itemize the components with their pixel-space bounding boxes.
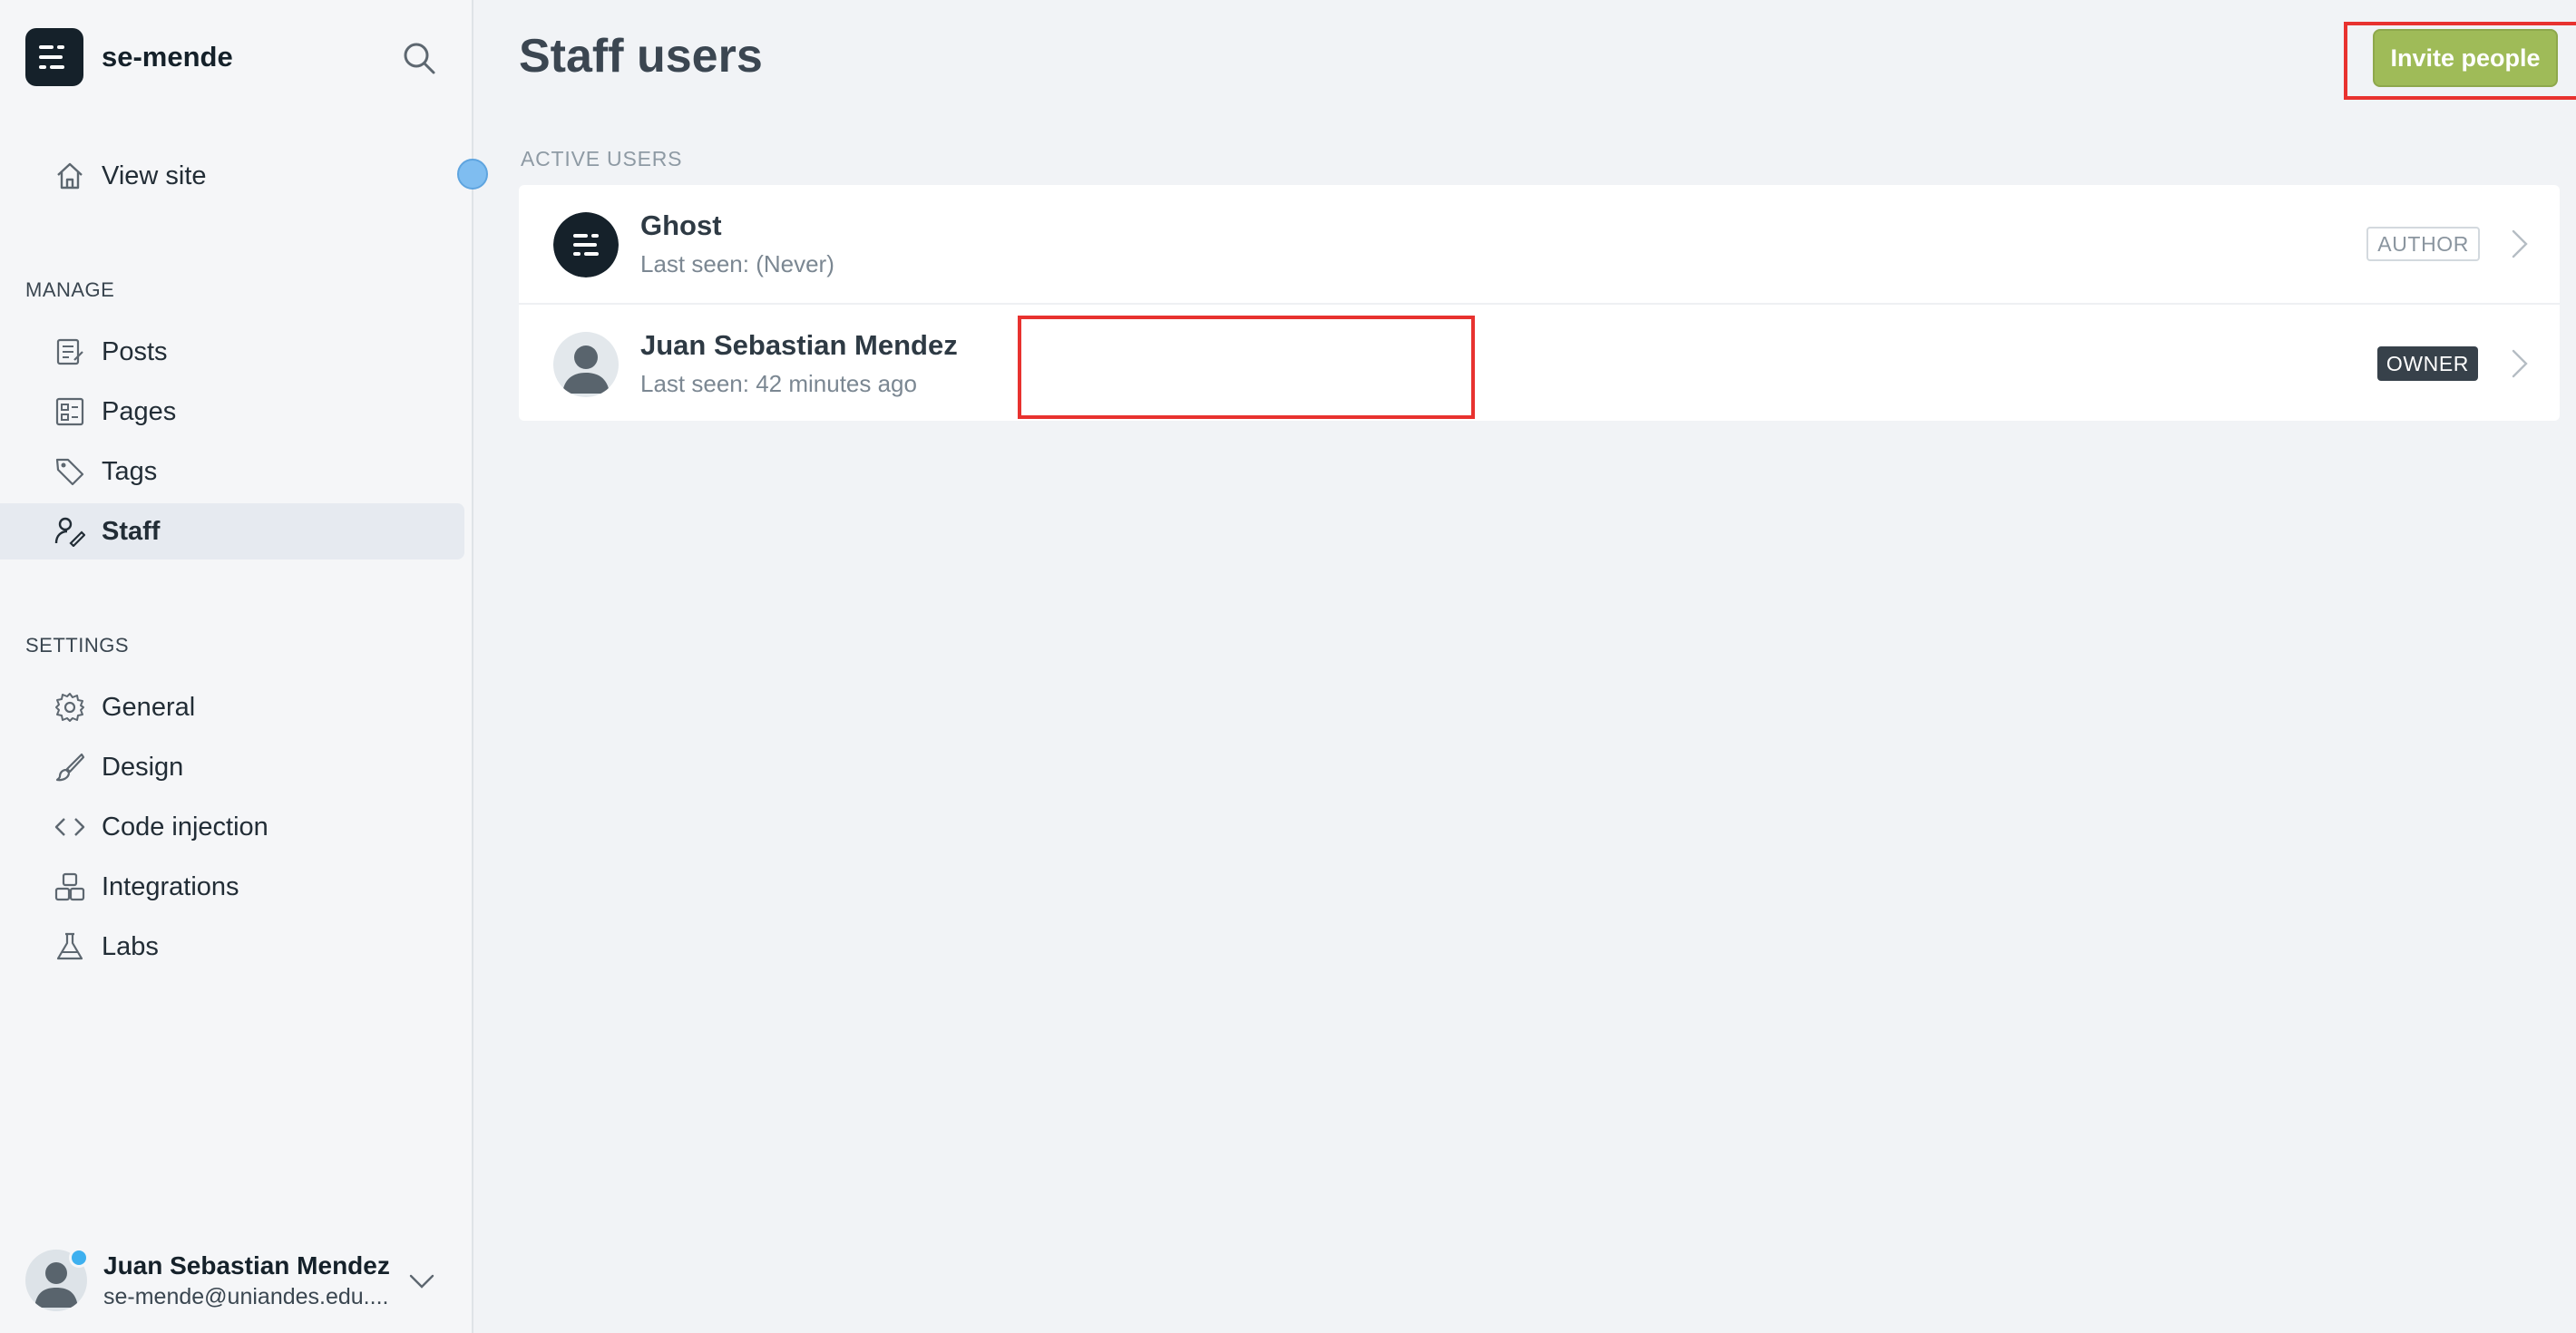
chevron-down-icon[interactable] (406, 1266, 437, 1297)
user-menu[interactable]: Juan Sebastian Mendez se-mende@uniandes.… (25, 1248, 452, 1313)
user-name: Ghost (640, 209, 722, 241)
integrations-icon (54, 871, 85, 902)
online-status-dot (69, 1248, 89, 1268)
sidebar-item-label: View site (102, 161, 207, 190)
sidebar-item-label: Code injection (102, 812, 268, 842)
sidebar-item-label: General (102, 692, 196, 722)
sidebar-item-label: Pages (102, 396, 177, 426)
sidebar-item-tags[interactable]: Tags (0, 443, 464, 500)
tag-icon (54, 456, 85, 487)
user-name: Juan Sebastian Mendez (640, 329, 958, 361)
settings-section-title: SETTINGS (25, 634, 130, 657)
page-title: Staff users (519, 30, 763, 83)
sidebar-item-label: Labs (102, 931, 159, 961)
role-badge: OWNER (2376, 346, 2478, 381)
current-user-name: Juan Sebastian Mendez (103, 1251, 390, 1279)
ghost-logo-icon (25, 28, 83, 86)
avatar (25, 1248, 89, 1311)
table-row[interactable]: Ghost Last seen: (Never) AUTHOR (519, 185, 2560, 303)
posts-icon (54, 336, 85, 367)
flask-icon (54, 931, 85, 962)
user-silhouette-icon (562, 345, 610, 394)
sidebar-item-integrations[interactable]: Integrations (0, 859, 464, 915)
table-row[interactable]: Juan Sebastian Mendez Last seen: 42 minu… (519, 303, 2560, 421)
pages-icon (54, 396, 85, 427)
staff-icon (54, 516, 85, 547)
home-icon (54, 161, 85, 191)
sidebar-item-label: Integrations (102, 871, 239, 901)
user-last-seen: Last seen: 42 minutes ago (640, 370, 917, 397)
role-badge: AUTHOR (2366, 227, 2480, 261)
sidebar-item-code-injection[interactable]: Code injection (0, 799, 464, 855)
code-icon (54, 812, 85, 842)
ghost-logo-icon (553, 212, 619, 277)
search-icon[interactable] (401, 40, 437, 76)
sidebar-item-label: Posts (102, 336, 168, 366)
staff-user-list: Ghost Last seen: (Never) AUTHOR Juan Seb… (519, 185, 2560, 421)
chevron-right-icon (2505, 229, 2532, 259)
brand[interactable]: se-mende (25, 27, 233, 87)
avatar (553, 332, 619, 397)
app-window: se-mende View site MANAGE Posts Pages Ta… (0, 0, 2576, 1333)
sidebar-item-pages[interactable]: Pages (0, 384, 464, 440)
highlight-box-invite (2344, 22, 2576, 100)
gear-icon (54, 692, 85, 723)
site-name: se-mende (102, 41, 233, 73)
chevron-right-icon (2505, 348, 2532, 379)
highlight-box-user (1018, 316, 1475, 419)
brush-icon (54, 752, 85, 783)
sidebar-item-general[interactable]: General (0, 679, 464, 735)
sidebar-item-label: Staff (102, 516, 161, 546)
avatar (553, 212, 619, 277)
active-users-heading: ACTIVE USERS (521, 147, 683, 170)
sidebar-item-labs[interactable]: Labs (0, 919, 464, 975)
sidebar-item-label: Design (102, 752, 184, 782)
main-content: Staff users Invite people ACTIVE USERS G… (475, 0, 2576, 1333)
sidebar-item-posts[interactable]: Posts (0, 324, 464, 380)
user-last-seen: Last seen: (Never) (640, 250, 834, 277)
sidebar-item-design[interactable]: Design (0, 739, 464, 795)
sidebar-item-label: Tags (102, 456, 158, 486)
sidebar: se-mende View site MANAGE Posts Pages Ta… (0, 0, 488, 1333)
manage-section-title: MANAGE (25, 278, 115, 301)
current-user-email: se-mende@uniandes.edu.... (103, 1284, 389, 1309)
sidebar-item-staff[interactable]: Staff (0, 503, 464, 559)
sidebar-item-view-site[interactable]: View site (0, 148, 464, 204)
